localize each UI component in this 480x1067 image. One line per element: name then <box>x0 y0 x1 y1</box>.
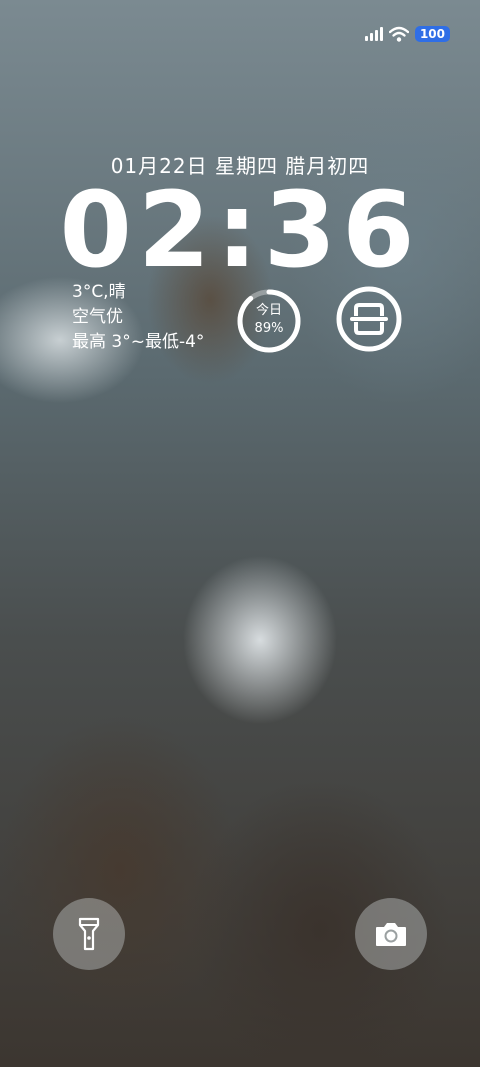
status-bar: 100 <box>364 24 450 44</box>
scan-icon[interactable] <box>336 286 402 352</box>
battery-badge: 100 <box>414 26 450 42</box>
weather-widget[interactable]: 3°C,晴 空气优 最高 3°~最低-4° <box>72 280 204 355</box>
weather-temp: 3°C,晴 <box>72 282 126 302</box>
progress-label: 今日 <box>255 303 282 318</box>
cellular-signal-icon <box>364 27 383 41</box>
flashlight-button[interactable] <box>53 898 125 970</box>
air-quality: 空气优 <box>72 307 123 327</box>
temp-range: 最高 3°~最低-4° <box>72 332 205 352</box>
wifi-icon <box>388 26 409 42</box>
camera-button[interactable] <box>355 898 427 970</box>
progress-percent: 89% <box>254 321 284 336</box>
flashlight-icon <box>78 917 100 951</box>
daily-progress-widget[interactable]: 今日 89% <box>236 288 302 354</box>
lockscreen-clock: 02:36 <box>59 169 421 291</box>
camera-icon <box>376 923 406 946</box>
